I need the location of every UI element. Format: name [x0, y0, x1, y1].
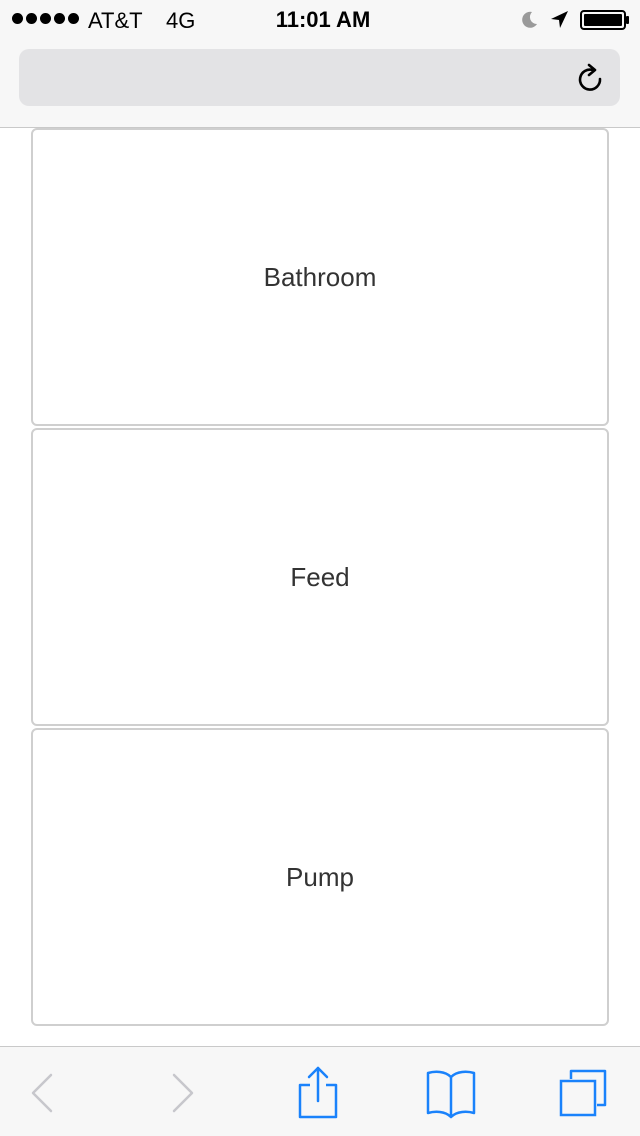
pump-label: Pump: [286, 861, 354, 892]
forward-button[interactable]: [153, 1065, 213, 1121]
feed-button[interactable]: Feed: [31, 428, 609, 726]
page-content: Bathroom Feed Pump: [0, 128, 640, 1046]
address-bar[interactable]: [19, 49, 620, 106]
status-bar: AT&T 4G 11:01 AM: [0, 0, 640, 40]
forward-icon: [172, 1073, 194, 1113]
share-button[interactable]: [288, 1065, 348, 1121]
tabs-icon: [559, 1069, 607, 1117]
back-button[interactable]: [12, 1065, 72, 1121]
bookmarks-icon: [426, 1070, 476, 1119]
battery-icon: [580, 10, 629, 30]
status-time: 11:01 AM: [275, 7, 371, 32]
feed-label: Feed: [290, 561, 350, 592]
share-icon: [298, 1066, 338, 1119]
pump-button[interactable]: Pump: [31, 728, 609, 1026]
bathroom-button[interactable]: Bathroom: [31, 128, 609, 426]
back-icon: [31, 1073, 53, 1113]
browser-top-chrome: AT&T 4G 11:01 AM: [0, 0, 640, 128]
bathroom-label: Bathroom: [263, 261, 377, 292]
reload-icon[interactable]: [576, 62, 606, 94]
bookmarks-button[interactable]: [421, 1065, 481, 1121]
browser-toolbar: [0, 1046, 640, 1136]
moon-icon: [522, 11, 537, 28]
location-icon: [551, 11, 568, 28]
tabs-button[interactable]: [553, 1065, 613, 1121]
